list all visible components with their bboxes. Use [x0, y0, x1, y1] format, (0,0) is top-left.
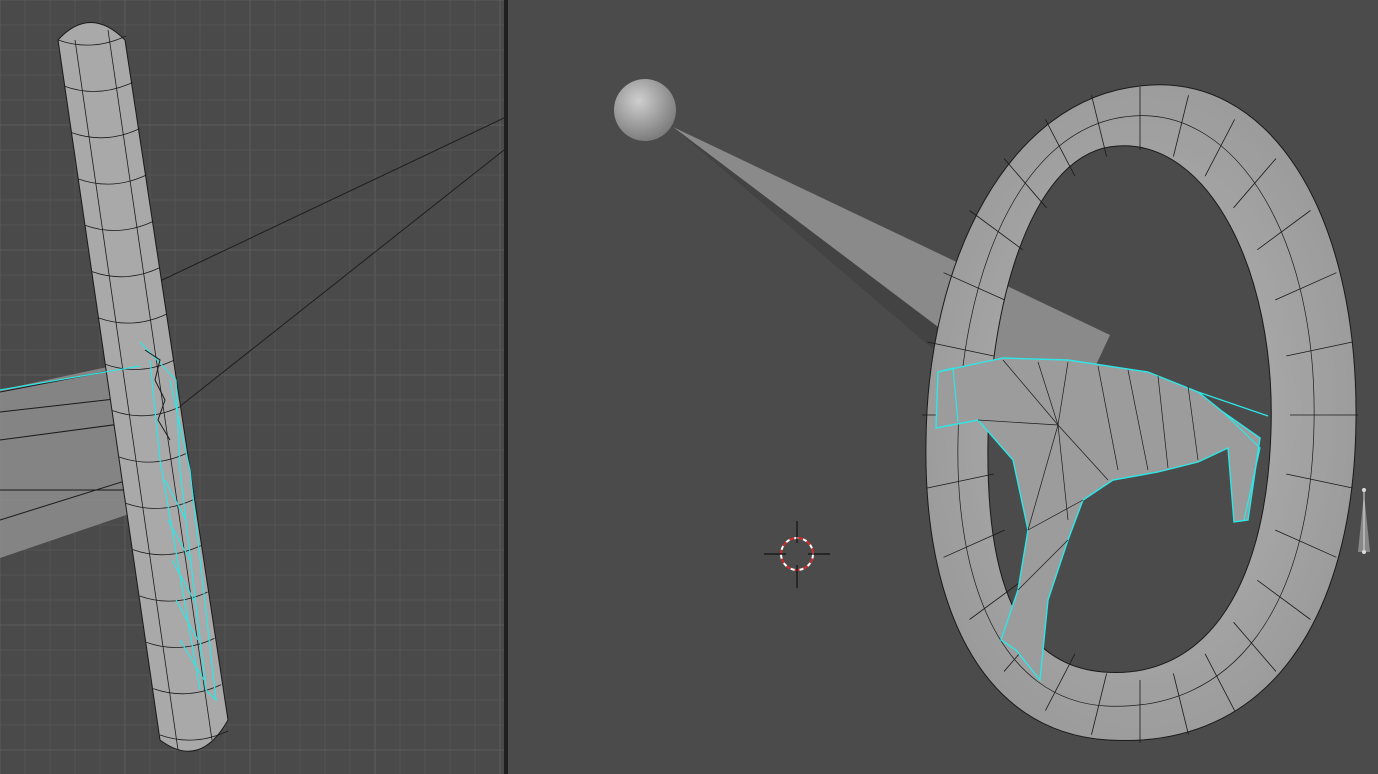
camera-frustum [119, 117, 504, 431]
viewport-right[interactable] [508, 0, 1378, 774]
spot-light-sphere[interactable] [614, 79, 676, 141]
viewport-left[interactable] [0, 0, 504, 774]
scale-gizmo[interactable] [1358, 488, 1370, 554]
left-viewport-canvas[interactable] [0, 0, 504, 774]
3d-cursor[interactable] [764, 521, 830, 588]
right-viewport-canvas[interactable] [508, 0, 1378, 774]
